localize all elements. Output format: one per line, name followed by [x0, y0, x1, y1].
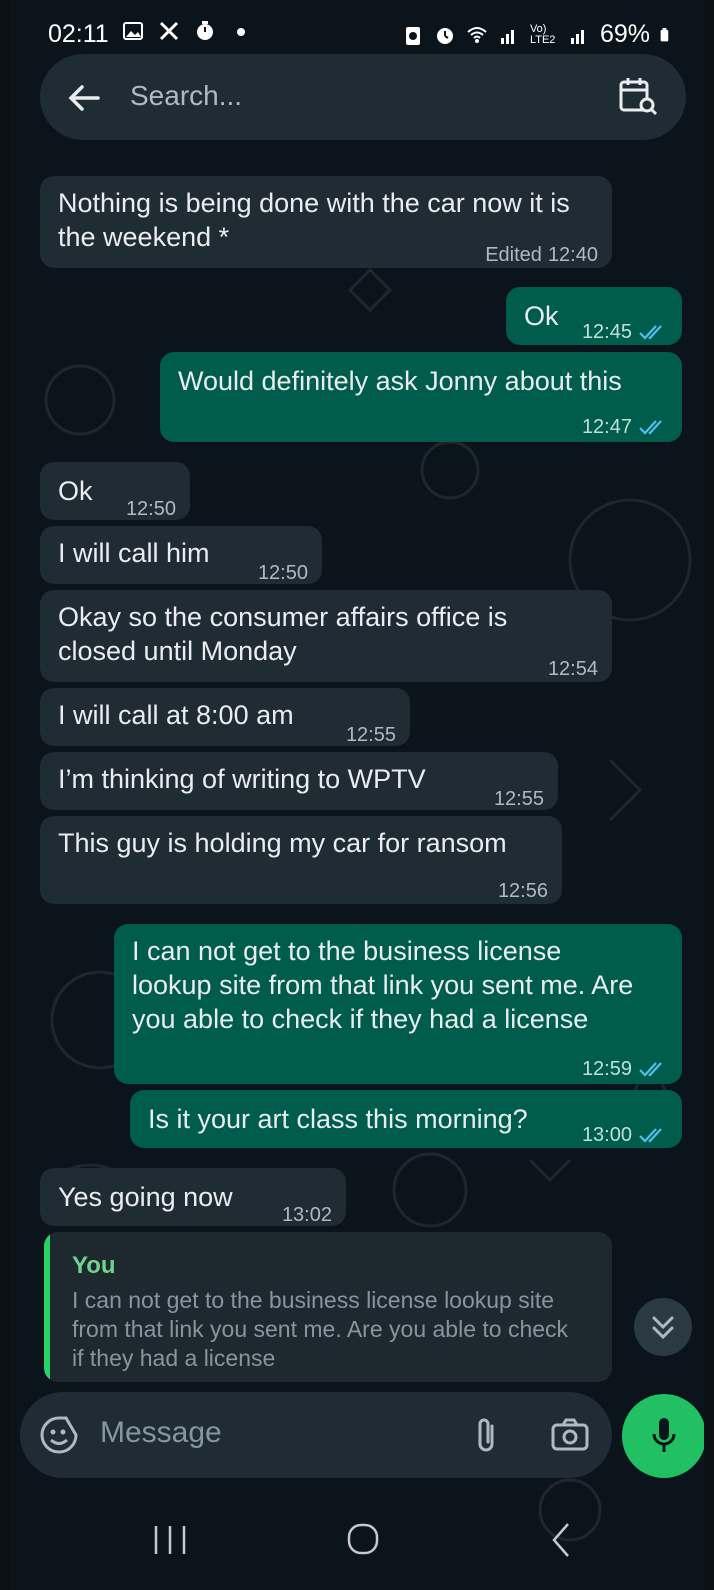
message-text: Okay so the consumer affairs office is c…	[58, 602, 508, 666]
read-ticks-icon	[639, 1062, 662, 1077]
home-icon[interactable]	[346, 1522, 380, 1556]
message-meta: 13:02	[282, 1198, 332, 1232]
message-meta: Edited 12:40	[485, 238, 598, 272]
message-text: I can not get to the business license lo…	[132, 936, 634, 1034]
message-time: 12:55	[345, 724, 396, 746]
status-bar: 02:11 Vo) LTE2 69%	[10, 0, 704, 60]
network-type-label: Vo) LTE2	[529, 22, 556, 46]
message-text: This guy is holding my car for ransom	[58, 828, 507, 858]
message-meta: 12:59	[582, 1052, 668, 1086]
x-app-icon	[159, 21, 179, 41]
signal-icon-2	[570, 29, 584, 44]
message-bubble-incoming[interactable]: I will call at 8:00 am 12:55	[40, 688, 410, 746]
nav-back-icon[interactable]	[548, 1520, 572, 1560]
back-arrow-icon[interactable]	[64, 78, 104, 118]
message-meta: 12:50	[126, 492, 176, 526]
message-bubble-incoming[interactable]: I will call him 12:50	[40, 526, 322, 584]
message-time: 12:50	[257, 562, 308, 584]
message-text: I’m thinking of writing to WPTV	[58, 764, 426, 794]
message-input[interactable]: Message	[100, 1416, 222, 1450]
message-bubble-incoming[interactable]: This guy is holding my car for ransom 12…	[40, 816, 562, 904]
message-meta: 12:50	[258, 556, 308, 590]
message-text: I will call him	[58, 538, 210, 568]
status-time: 02:11	[48, 20, 109, 48]
message-meta: 13:00	[582, 1118, 668, 1152]
message-bubble-incoming[interactable]: I’m thinking of writing to WPTV 12:55	[40, 752, 558, 810]
dot-icon	[237, 28, 245, 36]
recent-apps-icon[interactable]	[150, 1522, 190, 1558]
message-time: 12:40	[547, 244, 598, 266]
message-text: Yes going now	[58, 1182, 233, 1212]
message-time: 13:00	[581, 1124, 632, 1146]
reply-preview[interactable]: You I can not get to the business licens…	[44, 1232, 612, 1382]
reply-quoted-text: I can not get to the business license lo…	[72, 1287, 569, 1371]
message-time: 12:56	[497, 880, 548, 902]
reply-accent-bar	[44, 1232, 50, 1382]
alarm-icon	[436, 27, 453, 44]
timer-icon	[197, 21, 213, 40]
message-meta: 12:55	[494, 782, 544, 816]
read-ticks-icon	[639, 1128, 662, 1143]
message-bubble-incoming[interactable]: Okay so the consumer affairs office is c…	[40, 590, 612, 682]
system-icons: Vo) LTE2 69%	[402, 20, 674, 49]
message-text: Ok	[524, 301, 559, 331]
message-meta: 12:56	[498, 874, 548, 908]
attach-clip-icon[interactable]	[472, 1414, 502, 1456]
message-meta: 12:55	[346, 718, 396, 752]
search-input[interactable]: Search...	[130, 80, 242, 112]
search-bar[interactable]: Search...	[40, 54, 686, 140]
edited-label: Edited	[485, 244, 542, 266]
read-ticks-icon	[639, 325, 662, 340]
scroll-to-bottom-button[interactable]	[634, 1298, 692, 1356]
message-time: 12:54	[547, 658, 598, 680]
battery-icon	[660, 27, 669, 41]
message-text: I will call at 8:00 am	[58, 700, 294, 730]
message-meta: 12:54	[548, 652, 598, 686]
battery-percent: 69%	[599, 20, 650, 48]
message-bubble-outgoing[interactable]: Is it your art class this morning? 13:00	[130, 1090, 682, 1148]
message-bubble-outgoing[interactable]: Would definitely ask Jonny about this 12…	[160, 352, 682, 442]
message-bubble-incoming[interactable]: Nothing is being done with the car now i…	[40, 176, 612, 268]
message-meta: 12:47	[582, 410, 668, 444]
reply-author: You	[72, 1252, 116, 1279]
sticker-emoji-icon[interactable]	[38, 1414, 80, 1456]
message-time: 12:55	[493, 788, 544, 810]
calendar-search-icon[interactable]	[616, 74, 660, 118]
message-bubble-outgoing[interactable]: Ok 12:45	[506, 287, 682, 345]
notification-icons	[122, 20, 252, 42]
system-navigation-bar	[10, 1500, 704, 1590]
message-bubble-outgoing[interactable]: I can not get to the business license lo…	[114, 924, 682, 1084]
battery-saver-icon	[405, 26, 420, 45]
gallery-icon	[123, 22, 143, 40]
message-text: Ok	[58, 476, 93, 506]
voice-message-button[interactable]	[622, 1394, 704, 1478]
message-bubble-incoming[interactable]: Ok 12:50	[40, 462, 190, 520]
camera-icon[interactable]	[550, 1414, 590, 1456]
message-bubble-incoming[interactable]: Yes going now 13:02	[40, 1168, 346, 1226]
message-text: Is it your art class this morning?	[148, 1104, 528, 1134]
microphone-icon	[652, 1418, 676, 1452]
chat-screen: 02:11 Vo) LTE2 69% Search... Nothing is …	[10, 0, 704, 1590]
message-time: 12:47	[581, 416, 632, 438]
signal-icon	[500, 29, 514, 44]
message-time: 12:59	[581, 1058, 632, 1080]
read-ticks-icon	[639, 420, 662, 435]
wifi-icon	[467, 26, 487, 43]
message-composer[interactable]: Message	[20, 1392, 612, 1478]
message-meta: 12:45	[582, 315, 668, 349]
message-text: Would definitely ask Jonny about this	[178, 366, 622, 396]
message-time: 12:50	[125, 498, 176, 520]
message-time: 13:02	[281, 1204, 332, 1226]
double-chevron-down-icon	[652, 1316, 674, 1340]
message-time: 12:45	[581, 321, 632, 343]
